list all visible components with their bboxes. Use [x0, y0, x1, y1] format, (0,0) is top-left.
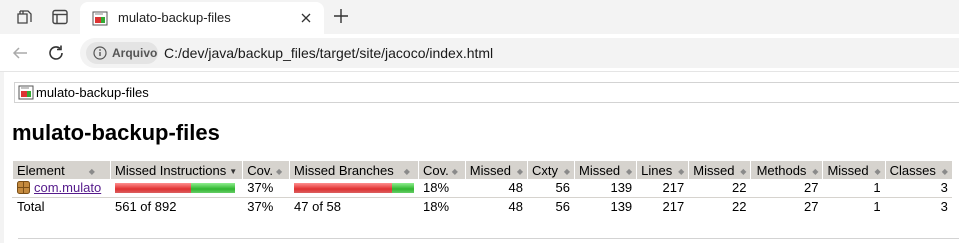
header-cov-instructions[interactable]: Cov. ◆ [242, 161, 290, 179]
header-lines[interactable]: Lines ◆ [636, 161, 689, 179]
total-lines: 217 [636, 196, 689, 215]
classes-cell: 3 [884, 179, 952, 198]
total-missed-lines: 139 [573, 196, 637, 215]
page-content: mulato-backup-files mulato-backup-files … [0, 72, 959, 243]
total-instructions: 561 of 892 [109, 196, 243, 215]
site-info-chip[interactable]: Arquivo [86, 42, 158, 64]
report-favicon-icon [92, 11, 108, 26]
breadcrumb-label: mulato-backup-files [36, 85, 149, 100]
header-missed-methods[interactable]: Missed ◆ [688, 161, 751, 179]
methods-cell: 27 [750, 179, 823, 198]
header-methods[interactable]: Methods ◆ [750, 161, 823, 179]
tab-actions-icon[interactable] [14, 7, 34, 27]
header-missed-branches[interactable]: Missed Branches ◆ [289, 161, 419, 179]
tab-title: mulato-backup-files [118, 10, 231, 25]
package-link[interactable]: com.mulato [34, 180, 101, 195]
header-missed-cxty[interactable]: Missed ◆ [464, 161, 528, 179]
instructions-bar-cell [109, 179, 243, 198]
total-methods: 27 [750, 196, 823, 215]
back-arrow-icon[interactable] [10, 43, 30, 63]
site-info-label: Arquivo [112, 46, 158, 60]
page-title: mulato-backup-files [12, 120, 220, 145]
lines-cell: 217 [636, 179, 689, 198]
table-row: com.mulato 37% 18% 48 56 139 217 22 27 1… [12, 179, 952, 198]
header-missed-classes[interactable]: Missed ◆ [822, 161, 886, 179]
report-icon [18, 85, 34, 100]
footer-divider [18, 238, 959, 239]
total-missed-cxty: 48 [464, 196, 528, 215]
breadcrumb: mulato-backup-files [14, 82, 959, 103]
url-text[interactable]: C:/dev/java/backup_files/target/site/jac… [164, 45, 493, 61]
info-icon [93, 46, 107, 60]
total-label: Total [12, 196, 111, 215]
instructions-covered-bar [191, 183, 235, 194]
header-cov-branches[interactable]: Cov. ◆ [418, 161, 466, 179]
total-cov-branches: 18% [418, 196, 466, 215]
branches-missed-bar [294, 183, 393, 194]
missed-lines-cell: 139 [573, 179, 637, 198]
header-element[interactable]: Element ◆ [12, 161, 111, 179]
cxty-cell: 56 [526, 179, 575, 198]
tab-strip: mulato-backup-files [0, 0, 959, 34]
navigation-bar: Arquivo C:/dev/java/backup_files/target/… [0, 34, 959, 72]
missed-classes-cell: 1 [822, 179, 886, 198]
cov-branches-cell: 18% [418, 179, 466, 198]
close-icon[interactable] [296, 8, 316, 28]
element-cell: com.mulato [12, 179, 111, 198]
header-missed-instructions[interactable]: Missed Instructions ▼ [109, 161, 243, 179]
total-cxty: 56 [526, 196, 575, 215]
total-missed-classes: 1 [822, 196, 886, 215]
package-icon [17, 181, 30, 195]
header-cxty[interactable]: Cxty ◆ [526, 161, 575, 179]
total-row: Total 561 of 892 37% 47 of 58 18% 48 56 … [12, 196, 952, 215]
instructions-missed-bar [115, 183, 191, 194]
missed-methods-cell: 22 [688, 179, 751, 198]
total-classes: 3 [884, 196, 952, 215]
header-classes[interactable]: Classes ◆ [884, 161, 952, 179]
reload-icon[interactable] [46, 43, 66, 63]
plus-icon[interactable] [330, 5, 352, 27]
total-cov-instructions: 37% [242, 196, 290, 215]
active-tab[interactable]: mulato-backup-files [80, 2, 324, 34]
total-missed-methods: 22 [688, 196, 751, 215]
missed-cxty-cell: 48 [464, 179, 528, 198]
cov-instructions-cell: 37% [242, 179, 290, 198]
total-branches: 47 of 58 [289, 196, 419, 215]
branches-covered-bar [392, 183, 415, 194]
address-bar[interactable]: Arquivo C:/dev/java/backup_files/target/… [80, 38, 959, 68]
coverage-table: Element ◆ Missed Instructions ▼ Cov. ◆ Miss… [12, 161, 952, 215]
branches-bar-cell [289, 179, 419, 198]
vertical-tabs-icon[interactable] [50, 7, 70, 27]
header-missed-lines[interactable]: Missed ◆ [573, 161, 637, 179]
